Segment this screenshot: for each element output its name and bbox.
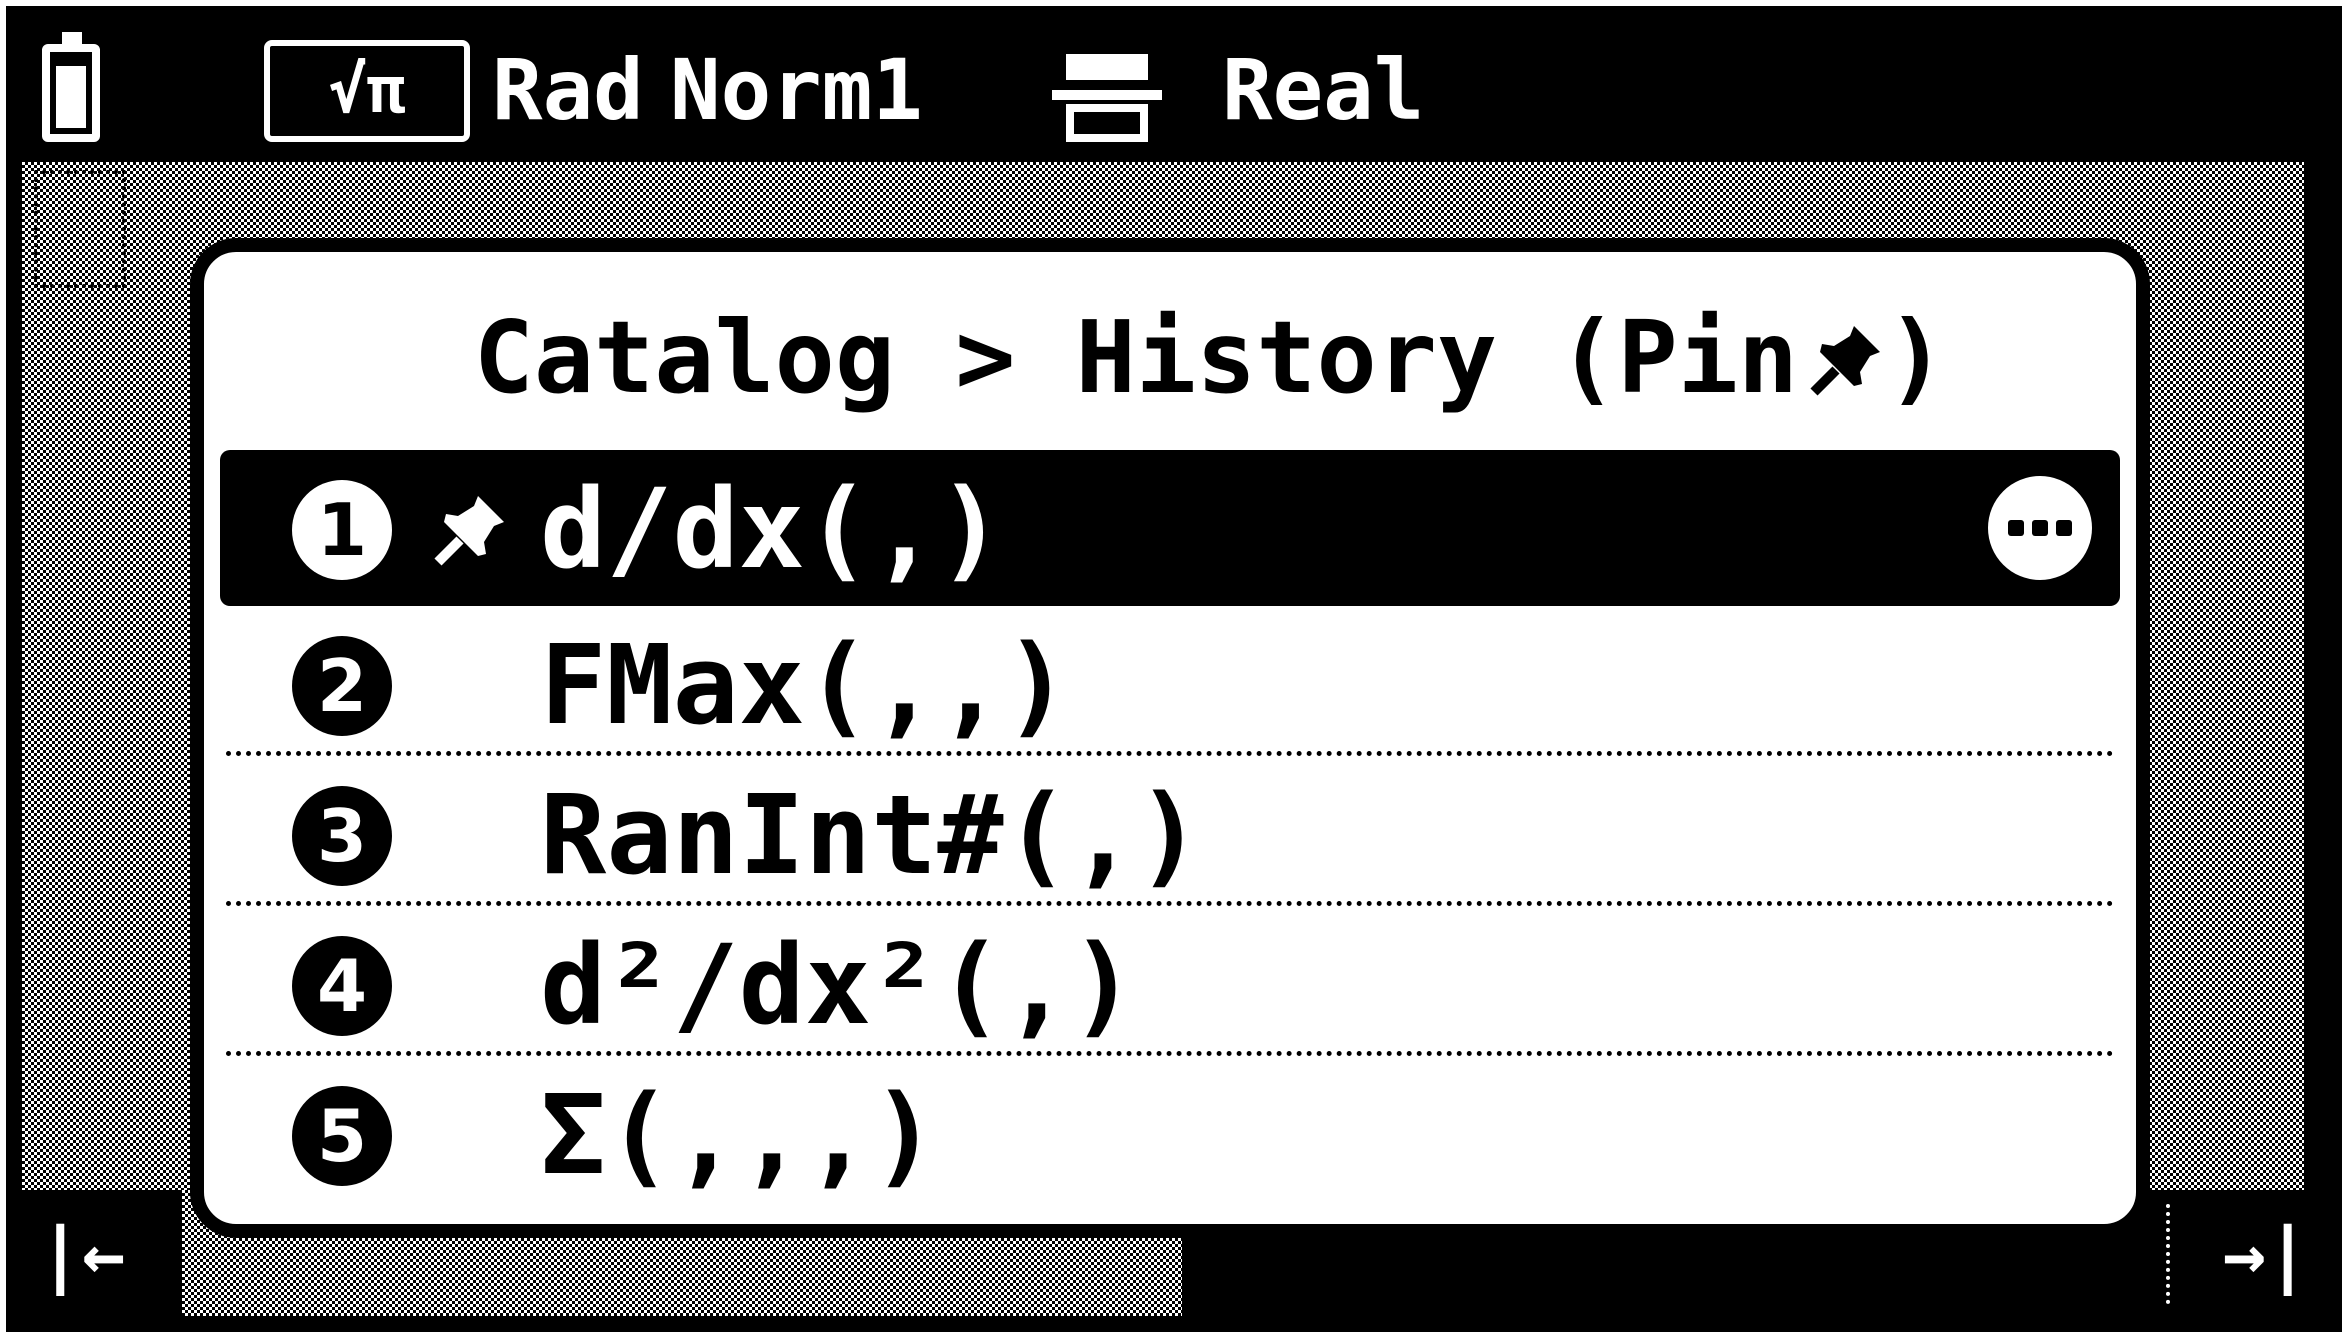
history-item-4[interactable]: 4 d²/dx²(,) (220, 906, 2120, 1056)
number-1-icon: 1 (292, 480, 392, 580)
scroll-left-icon[interactable]: |← (32, 1206, 132, 1302)
scrollbar[interactable] (2304, 162, 2326, 1192)
number-3-icon: 3 (292, 786, 392, 886)
catalog-history-popup: Catalog > History (Pin) 1 d/dx(,) 2 FMax… (190, 238, 2150, 1238)
history-item-text: RanInt#(,) (540, 771, 1203, 899)
popup-title: Catalog > History (Pin) (204, 298, 2136, 418)
history-item-text: d²/dx²(,) (540, 921, 1137, 1049)
screen-inner: √π Rad Norm1 Real |← →| Catalog > Histor… (22, 22, 2326, 1316)
history-item-text: Σ(,,,) (540, 1071, 938, 1199)
history-item-1[interactable]: 1 d/dx(,) (220, 450, 2120, 606)
history-item-2[interactable]: 2 FMax(,,) (220, 606, 2120, 756)
calculator-screen: √π Rad Norm1 Real |← →| Catalog > Histor… (6, 6, 2342, 1332)
history-item-text: d/dx(,) (540, 465, 1004, 593)
more-options-icon[interactable] (1988, 476, 2092, 580)
pin-icon (1810, 326, 1881, 396)
number-2-icon: 2 (292, 636, 392, 736)
pin-icon (434, 496, 504, 566)
popup-title-close-paren: ) (1886, 299, 1947, 416)
history-item-5[interactable]: 5 Σ(,,,) (220, 1056, 2120, 1206)
popup-title-text: Catalog > History (Pin (473, 299, 1799, 416)
display-mode-label: Norm1 (670, 41, 923, 139)
cursor-box (34, 170, 126, 288)
history-item-3[interactable]: 3 RanInt#(,) (220, 756, 2120, 906)
input-mode-badge: √π (264, 40, 470, 142)
angle-mode-label: Rad (492, 41, 644, 139)
history-list: 1 d/dx(,) 2 FMax(,,) 3 RanInt#(,) 4 d²/d… (204, 450, 2136, 1206)
number-4-icon: 4 (292, 936, 392, 1036)
history-item-text: FMax(,,) (540, 621, 1070, 749)
scroll-right-icon[interactable]: →| (2216, 1206, 2316, 1302)
status-bar: √π Rad Norm1 Real (22, 22, 2326, 162)
bottom-bar-divider (2166, 1204, 2170, 1304)
battery-icon (42, 32, 100, 142)
number-5-icon: 5 (292, 1086, 392, 1186)
fraction-display-icon (1052, 54, 1162, 142)
complex-mode-label: Real (1222, 41, 1425, 139)
